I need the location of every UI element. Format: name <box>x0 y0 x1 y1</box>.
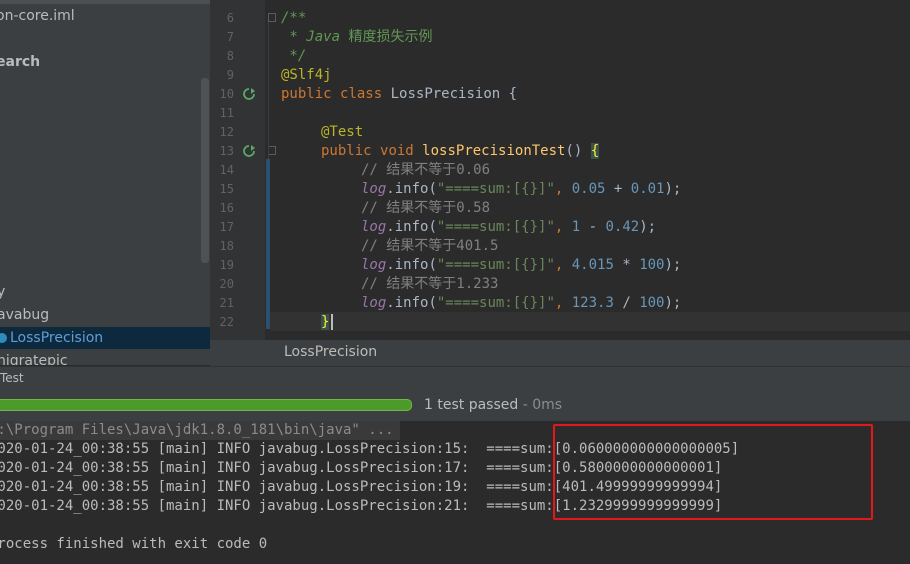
tree-item-iml[interactable]: on-core.iml <box>0 5 75 27</box>
line-number: 18 <box>219 239 234 253</box>
line-number: 11 <box>219 106 234 120</box>
panel-divider <box>0 0 210 4</box>
line-number: 12 <box>219 125 234 139</box>
tree-item-javabug[interactable]: avabug <box>0 304 49 326</box>
run-panel-title[interactable]: Test <box>0 371 24 385</box>
line-number: 22 <box>219 315 234 329</box>
line-number: 7 <box>226 30 234 44</box>
code-line-13: public void lossPrecisionTest() { <box>321 143 600 159</box>
line-number: 9 <box>226 68 234 82</box>
run-panel-header: Test <box>0 366 910 391</box>
code-line-6: /** <box>281 10 307 26</box>
tree-item-label: LossPrecision <box>10 330 104 346</box>
tree-item-y[interactable]: y <box>0 281 5 303</box>
line-number: 21 <box>219 296 234 310</box>
line-number: 6 <box>226 11 234 25</box>
tree-item-migratepic[interactable]: nigratepic <box>0 350 68 365</box>
code-line-22: } <box>321 314 330 330</box>
console-exit-line: Process finished with exit code 0 <box>0 536 268 552</box>
java-class-icon <box>0 333 7 343</box>
code-line-19: log.info("====sum:[{}]", 4.015 * 100); <box>361 257 682 273</box>
line-number: 13 <box>219 144 234 158</box>
test-status: 1 test passed - 0ms <box>424 397 562 413</box>
project-scrollbar[interactable] <box>201 78 209 263</box>
line-number: 14 <box>219 163 234 177</box>
code-line-16: // 结果不等于0.58 <box>361 200 491 216</box>
test-status-text: 1 test passed <box>424 397 519 413</box>
line-number: 8 <box>226 49 234 63</box>
test-duration: - 0ms <box>518 397 563 413</box>
code-line-17: log.info("====sum:[{}]", 1 - 0.42); <box>361 219 657 235</box>
editor-gutter: 6 7 8 9 10 11 12 13 14 15 16 17 18 19 20… <box>210 0 276 340</box>
code-line-12: @Test <box>321 124 364 140</box>
code-line-10: public class LossPrecision { <box>281 86 518 102</box>
breadcrumb-class[interactable]: LossPrecision <box>284 344 377 360</box>
line-number: 15 <box>219 182 234 196</box>
line-number: 10 <box>219 87 234 101</box>
console-command-line: C:\Program Files\Java\jdk1.8.0_181\bin\j… <box>0 421 400 440</box>
line-number: 16 <box>219 201 234 215</box>
run-test-class-icon[interactable] <box>243 88 255 100</box>
code-line-15: log.info("====sum:[{}]", 0.05 + 0.01); <box>361 181 682 197</box>
run-test-method-icon[interactable] <box>243 145 255 157</box>
tree-item-lossprecision[interactable]: LossPrecision <box>0 327 210 349</box>
code-line-18: // 结果不等于401.5 <box>361 238 499 254</box>
code-editor[interactable]: /** * Java 精度损失示例 */ @Slf4j public class… <box>270 0 910 340</box>
line-number: 17 <box>219 220 234 234</box>
code-line-21: log.info("====sum:[{}]", 123.3 / 100); <box>361 295 682 311</box>
highlight-annotation-box <box>553 424 873 520</box>
code-line-14: // 结果不等于0.06 <box>361 162 491 178</box>
code-line-8: */ <box>281 48 307 64</box>
line-number: 19 <box>219 258 234 272</box>
line-number: 20 <box>219 277 234 291</box>
breadcrumb: LossPrecision <box>210 340 910 366</box>
code-line-7: * Java 精度损失示例 <box>281 29 433 45</box>
text-caret <box>331 314 333 330</box>
code-line-9: @Slf4j <box>281 67 332 83</box>
project-panel: on-core.iml earch y avabug LossPrecision… <box>0 0 210 365</box>
tree-item-search[interactable]: earch <box>0 51 40 73</box>
code-line-20: // 结果不等于1.233 <box>361 276 499 292</box>
test-progress-bar <box>0 399 412 411</box>
